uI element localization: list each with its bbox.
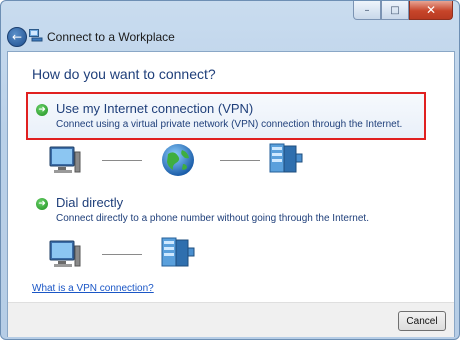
cancel-button[interactable]: Cancel bbox=[398, 311, 446, 331]
globe-icon bbox=[162, 144, 194, 176]
page-heading: How do you want to connect? bbox=[32, 66, 216, 82]
option-vpn-button[interactable] bbox=[26, 92, 426, 140]
server-icon bbox=[269, 143, 303, 173]
option-dial-description[interactable]: Connect directly to a phone number witho… bbox=[56, 213, 369, 224]
vpn-help-link[interactable]: What is a VPN connection? bbox=[32, 283, 154, 294]
computer-icon bbox=[49, 240, 81, 267]
server-icon bbox=[161, 237, 195, 267]
green-arrow-icon: ➜ bbox=[36, 104, 48, 116]
connection-line bbox=[102, 160, 142, 161]
window-title: Connect to a Workplace bbox=[47, 30, 175, 44]
dialog-footer: Cancel bbox=[8, 302, 454, 337]
close-button[interactable]: ✕ bbox=[409, 1, 453, 20]
connection-line bbox=[220, 160, 260, 161]
network-icon bbox=[29, 29, 43, 42]
minimize-button[interactable]: – bbox=[353, 1, 381, 20]
connection-line bbox=[102, 254, 142, 255]
maximize-button[interactable]: □ bbox=[381, 1, 409, 20]
computer-icon bbox=[49, 146, 81, 173]
back-button[interactable]: ← bbox=[7, 27, 27, 47]
connect-workplace-window: – □ ✕ ← Connect to a Workplace How do yo… bbox=[0, 0, 460, 340]
option-vpn-title: Use my Internet connection (VPN) bbox=[56, 101, 254, 116]
main-content: How do you want to connect? ➜ Use my Int… bbox=[7, 51, 455, 337]
option-dial-title[interactable]: Dial directly bbox=[56, 195, 123, 210]
green-arrow-icon: ➜ bbox=[36, 198, 48, 210]
caption-buttons: – □ ✕ bbox=[353, 1, 453, 20]
option-vpn-description: Connect using a virtual private network … bbox=[56, 119, 403, 130]
